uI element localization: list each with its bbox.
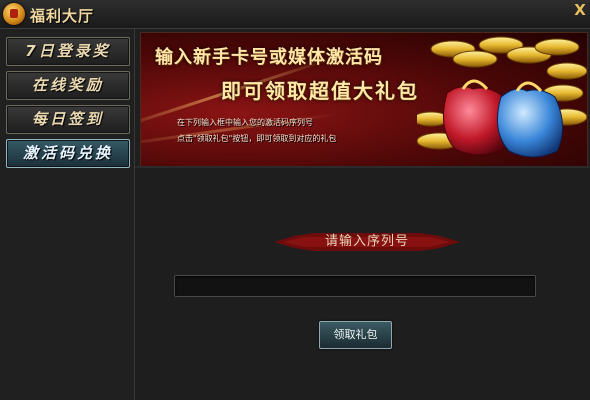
tab-activation-code[interactable]: 激活码兑换 — [6, 139, 130, 168]
banner-headline: 输入新手卡号或媒体激活码 — [155, 47, 383, 68]
banner-instruction: 在下列输入框中输入您的激活码序列号 — [177, 118, 313, 127]
gold-coins-icon — [417, 36, 587, 158]
promo-banner: 输入新手卡号或媒体激活码 即可领取超值大礼包 在下列输入框中输入您的激活码序列号… — [140, 32, 588, 167]
serial-prompt-label: 请输入序列号 — [324, 234, 409, 249]
banner-instruction: 点击"领取礼包"按钮，即可领取到对应的礼包 — [177, 134, 337, 143]
claim-gift-button[interactable]: 领取礼包 — [319, 321, 392, 349]
close-button[interactable]: X — [572, 1, 588, 19]
banner-subheadline: 即可领取超值大礼包 — [221, 79, 419, 103]
gift-bag-icon — [3, 3, 25, 25]
tab-7-day-login[interactable]: 7日登录奖 — [6, 37, 130, 66]
tab-online-reward[interactable]: 在线奖励 — [6, 71, 130, 100]
title-bar: 福利大厅 X — [0, 0, 590, 29]
serial-number-input[interactable] — [174, 275, 536, 297]
tab-daily-signin[interactable]: 每日签到 — [6, 105, 130, 134]
window-title: 福利大厅 — [30, 7, 95, 25]
sidebar: 7日登录奖 在线奖励 每日签到 激活码兑换 — [0, 29, 135, 400]
